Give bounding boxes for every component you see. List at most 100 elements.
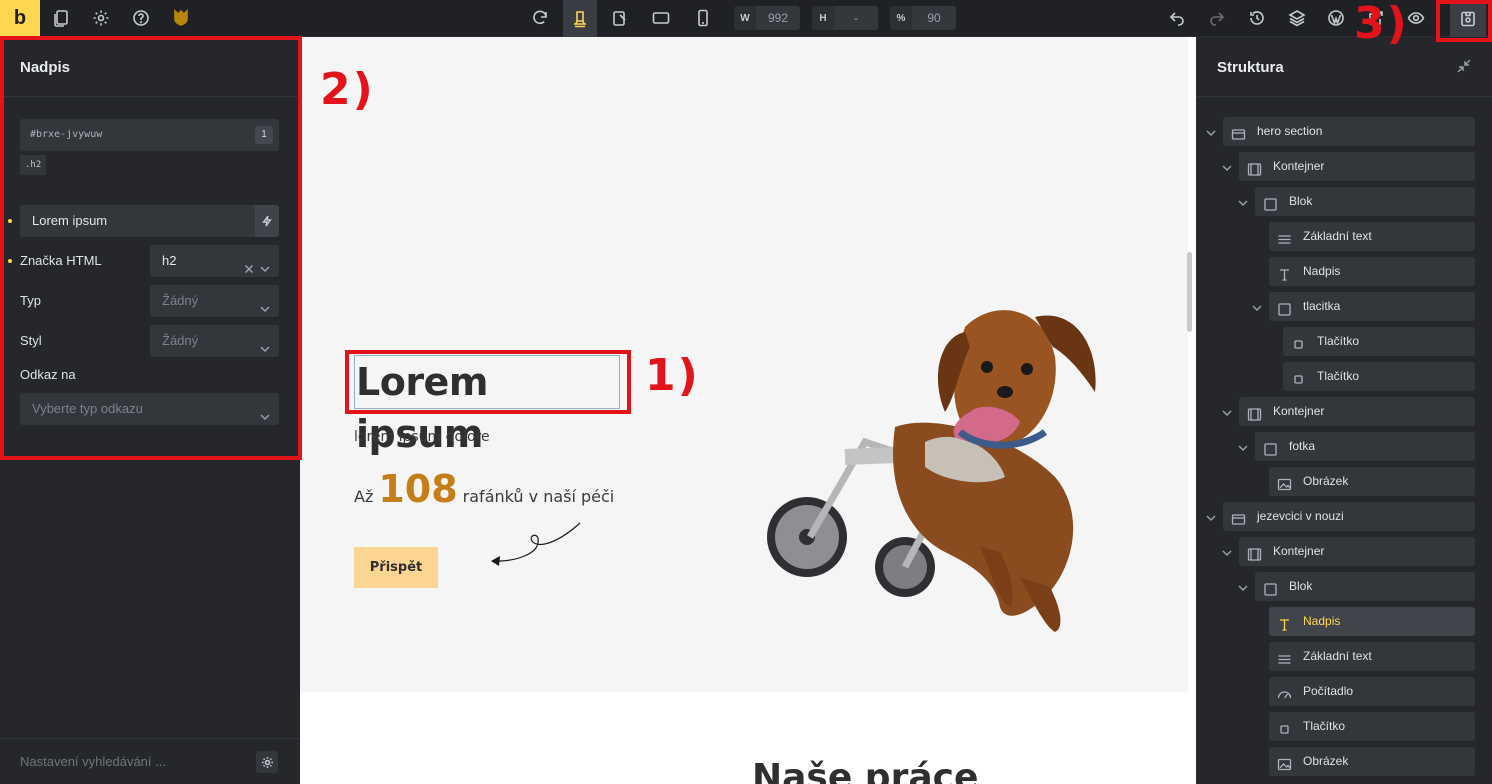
tree-item-kontejner[interactable]: Kontejner [1239, 152, 1475, 181]
collapse-arrows-icon[interactable] [1456, 58, 1472, 74]
tree-item-label: Nadpis [1303, 264, 1341, 278]
heading-icon [1277, 264, 1293, 281]
counter-suffix: rafánků v naší péči [462, 487, 615, 506]
tree-item-kontejner[interactable]: Kontejner [1239, 397, 1475, 426]
layers-icon[interactable] [1284, 6, 1310, 30]
breakpoint-tablet-landscape-icon[interactable] [607, 6, 633, 30]
tree-item-label: Kontejner [1273, 544, 1325, 558]
tree-item-label: Tlačítko [1317, 334, 1360, 348]
tree-item-label: Tlačítko [1317, 369, 1360, 383]
tree-item-label: fotka [1289, 439, 1316, 453]
tree-item-label: Kontejner [1273, 404, 1325, 418]
tree-caret-down-icon[interactable] [1221, 406, 1233, 418]
annotation-box-2 [0, 36, 302, 460]
top-toolbar: b W 992 H - % 90 [0, 0, 1492, 37]
image-icon [1277, 754, 1293, 771]
text-lines-icon [1277, 649, 1293, 665]
block-icon [1277, 299, 1293, 316]
tree-item-label: jezevcici v nouzi [1257, 509, 1344, 523]
bricks-logo[interactable]: b [0, 0, 40, 37]
history-icon[interactable] [1244, 6, 1270, 30]
image-icon [1277, 474, 1293, 491]
tree-item-nadpis[interactable]: Nadpis [1269, 257, 1475, 286]
tree-item-blok[interactable]: Blok [1255, 187, 1475, 216]
tree-item-hero-section[interactable]: hero section [1223, 117, 1475, 146]
section-icon [1231, 124, 1247, 140]
canvas-zoom-field[interactable]: % 90 [890, 6, 956, 30]
tree-item-label: Počítadlo [1303, 684, 1354, 698]
tree-item-jezevcici-v-nouzi[interactable]: jezevcici v nouzi [1223, 502, 1475, 531]
tree-item-label: Obrázek [1303, 474, 1349, 488]
tree-item-kontejner[interactable]: Kontejner [1239, 537, 1475, 566]
undo-icon[interactable] [1164, 6, 1190, 30]
rescue-counter[interactable]: Až 108 rafánků v naší péči [354, 467, 614, 511]
tree-caret-down-icon[interactable] [1237, 196, 1249, 208]
arrow-doodle-icon [491, 522, 581, 566]
tree-item-label: tlacitka [1303, 299, 1341, 313]
tree-item-z-kladn-text[interactable]: Základní text [1269, 642, 1475, 671]
tree-caret-down-icon[interactable] [1251, 301, 1263, 313]
annotation-label-1: 1) [645, 350, 700, 401]
breakpoint-mobile-icon[interactable] [690, 6, 716, 30]
tree-caret-down-icon[interactable] [1205, 126, 1217, 138]
canvas-width-field[interactable]: W 992 [734, 6, 800, 30]
annotation-box-1 [345, 350, 631, 414]
tree-item-label: Základní text [1303, 229, 1372, 243]
zoom-value[interactable]: 90 [912, 6, 956, 30]
tree-caret-down-icon[interactable] [1237, 441, 1249, 453]
section-icon [1231, 509, 1247, 525]
annotation-box-3 [1436, 0, 1492, 42]
tree-item-tlacitka[interactable]: tlacitka [1269, 292, 1475, 321]
canvas-scrollbar[interactable] [1187, 252, 1192, 332]
block-icon [1263, 439, 1279, 456]
tree-item-nadpis[interactable]: Nadpis [1269, 607, 1475, 636]
seo-gear-icon[interactable] [256, 751, 278, 773]
help-icon[interactable] [128, 6, 154, 30]
tree-item-label: Obrázek [1303, 754, 1349, 768]
dachshund-wheelchair-image[interactable] [755, 297, 1125, 642]
container-icon [1247, 159, 1263, 176]
container-icon [1247, 404, 1263, 421]
tree-item-tla-tko[interactable]: Tlačítko [1283, 362, 1475, 391]
seo-settings-bar[interactable]: Nastavení vyhledávání ... [0, 738, 300, 784]
zoom-label: % [896, 12, 906, 24]
structure-title: Struktura [1197, 37, 1492, 97]
pages-icon[interactable] [48, 6, 74, 30]
breakpoint-tablet-icon[interactable] [648, 6, 674, 30]
container-icon [1247, 544, 1263, 561]
wordpress-icon[interactable] [1323, 6, 1349, 30]
width-value[interactable]: 992 [756, 6, 800, 30]
heading-icon [1277, 614, 1293, 631]
tree-item-tla-tko[interactable]: Tlačítko [1269, 712, 1475, 741]
height-value[interactable]: - [834, 6, 878, 30]
tree-item-po-tadlo[interactable]: Počítadlo [1269, 677, 1475, 706]
tree-item-z-kladn-text[interactable]: Základní text [1269, 222, 1475, 251]
tree-item-obr-zek[interactable]: Obrázek [1269, 747, 1475, 776]
button-icon [1277, 719, 1293, 735]
annotation-label-2: 2) [320, 64, 375, 115]
canvas-height-field[interactable]: H - [812, 6, 878, 30]
tree-item-label: hero section [1257, 124, 1323, 138]
donate-button[interactable]: Přispět [354, 547, 438, 588]
breakpoint-desktop-icon[interactable] [563, 0, 597, 37]
section-heading-our-work[interactable]: Naše práce [752, 757, 978, 784]
annotation-label-3: 3) [1354, 0, 1409, 49]
structure-title-text: Struktura [1217, 59, 1284, 76]
refresh-icon[interactable] [527, 6, 553, 30]
tree-item-blok[interactable]: Blok [1255, 572, 1475, 601]
tree-caret-down-icon[interactable] [1205, 511, 1217, 523]
width-label: W [740, 12, 750, 24]
button-icon [1291, 369, 1307, 385]
tree-item-obr-zek[interactable]: Obrázek [1269, 467, 1475, 496]
hero-subtitle[interactable]: lorem ipsum dolore [354, 429, 490, 445]
tree-item-tla-tko[interactable]: Tlačítko [1283, 327, 1475, 356]
tree-item-fotka[interactable]: fotka [1255, 432, 1475, 461]
tree-caret-down-icon[interactable] [1237, 581, 1249, 593]
redo-icon[interactable] [1204, 6, 1230, 30]
tree-caret-down-icon[interactable] [1221, 161, 1233, 173]
tree-caret-down-icon[interactable] [1221, 546, 1233, 558]
settings-gear-icon[interactable] [88, 6, 114, 30]
counter-number: 108 [378, 467, 458, 511]
shield-plugin-icon[interactable] [168, 6, 194, 30]
button-icon [1291, 334, 1307, 350]
